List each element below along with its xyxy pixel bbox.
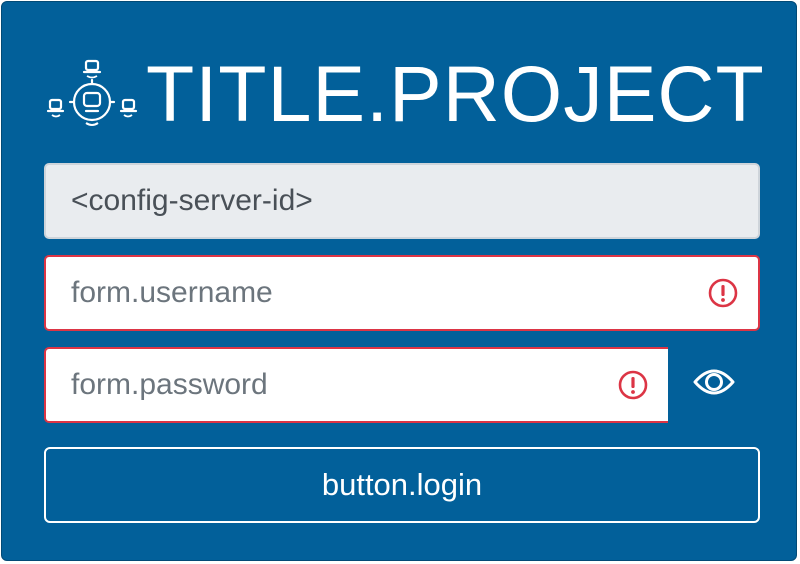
login-card: TITLE.PROJECT <config-server-id> button.… [1, 1, 797, 561]
password-error-icon [618, 370, 648, 400]
login-button[interactable]: button.login [44, 447, 760, 523]
password-field-wrapper [44, 347, 668, 423]
app-title: TITLE.PROJECT [146, 49, 765, 138]
network-monitor-logo-icon [46, 59, 138, 126]
password-input[interactable] [71, 368, 631, 402]
eye-icon[interactable] [690, 362, 738, 402]
header: TITLE.PROJECT [46, 54, 765, 134]
username-error-icon [708, 278, 738, 308]
login-button-label: button.login [321, 467, 483, 502]
server-id-value: <config-server-id> [71, 184, 313, 217]
username-input[interactable] [71, 276, 631, 310]
server-id-field: <config-server-id> [44, 163, 760, 239]
username-field-wrapper [44, 255, 760, 331]
